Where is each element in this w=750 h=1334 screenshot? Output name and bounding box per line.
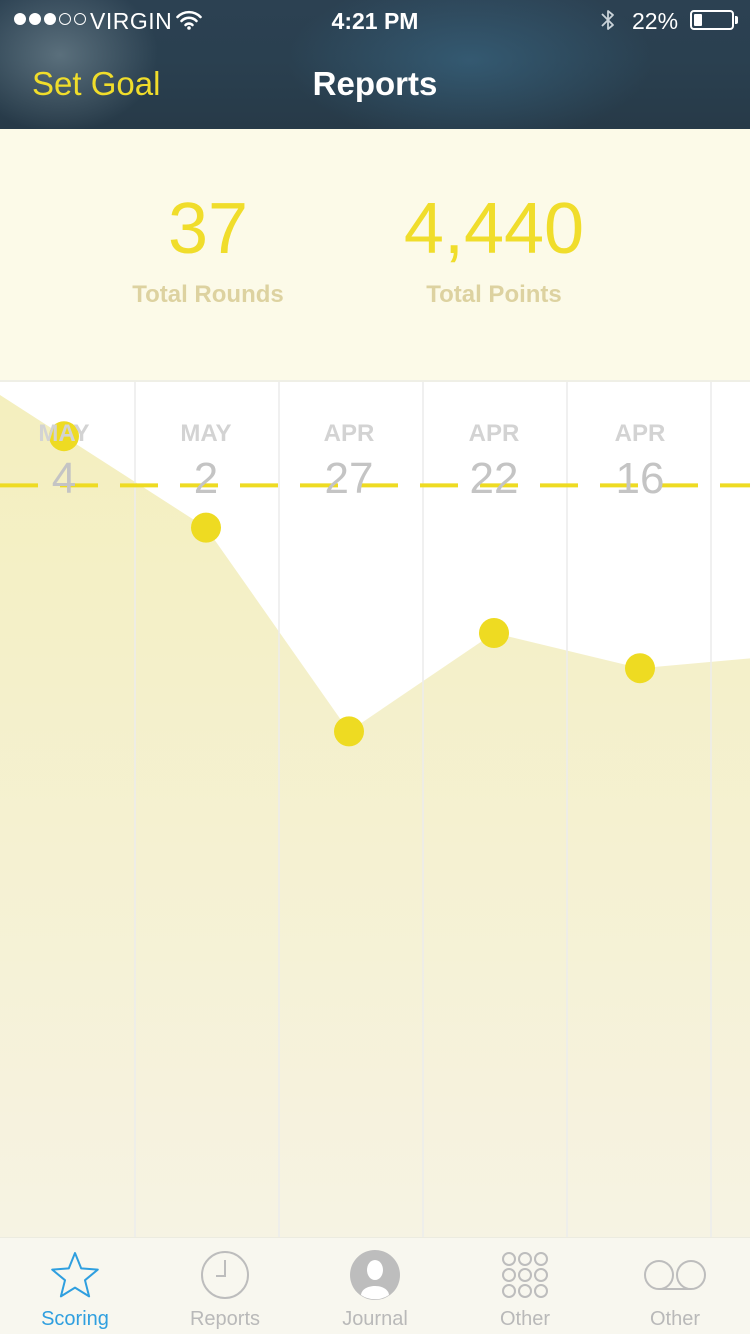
tab-journal[interactable]: Journal <box>300 1238 450 1334</box>
score-area <box>0 395 750 1237</box>
chart-canvas <box>0 382 750 1237</box>
grid-icon <box>500 1250 550 1300</box>
data-point <box>479 618 509 648</box>
date-day: 4 <box>51 454 77 503</box>
person-icon <box>350 1250 400 1300</box>
total-rounds-value: 37 <box>167 189 249 269</box>
date-month: MAY <box>38 420 90 447</box>
date-month: APR <box>323 420 375 447</box>
tab-scoring[interactable]: Scoring <box>0 1238 150 1334</box>
tab-other-grid[interactable]: Other <box>450 1238 600 1334</box>
tab-label: Journal <box>342 1308 408 1330</box>
bluetooth-icon <box>600 8 616 38</box>
date-day: 22 <box>469 454 519 503</box>
battery-tip <box>735 16 738 24</box>
battery-icon <box>690 10 734 30</box>
tab-other-voicemail[interactable]: Other <box>600 1238 750 1334</box>
total-rounds-label: Total Rounds <box>132 281 284 308</box>
data-point <box>625 653 655 684</box>
total-rounds-stat: 37 Total Rounds <box>108 189 308 309</box>
total-points-label: Total Points <box>426 281 562 308</box>
date-month: APR <box>614 420 666 447</box>
clock-icon <box>200 1250 250 1300</box>
tab-label: Other <box>649 1308 701 1330</box>
status-bar: VIRGIN 4:21 PM 22% <box>0 0 750 40</box>
date-month: APR <box>468 420 520 447</box>
tab-reports[interactable]: Reports <box>150 1238 300 1334</box>
date-month: MAY <box>180 420 232 447</box>
tab-label: Reports <box>189 1308 261 1330</box>
total-points-value: 4,440 <box>403 189 585 269</box>
total-points-stat: 4,440 Total Points <box>394 189 594 309</box>
date-column-label[interactable]: APR 16 <box>570 420 710 504</box>
tab-label: Scoring <box>41 1308 109 1330</box>
date-day: 2 <box>193 454 219 503</box>
date-day: 27 <box>324 454 374 503</box>
summary-panel: 37 Total Rounds 4,440 Total Points <box>0 129 750 382</box>
date-column-label[interactable]: APR 22 <box>424 420 564 504</box>
date-column-label[interactable]: MAY 2 <box>136 420 276 504</box>
tab-label: Other <box>499 1308 551 1330</box>
battery-percent: 22% <box>632 8 679 34</box>
data-point <box>191 512 221 543</box>
page-title: Reports <box>312 65 438 102</box>
star-icon <box>50 1250 100 1300</box>
voicemail-icon <box>642 1250 708 1300</box>
reports-screen: VIRGIN 4:21 PM 22% Set Goal Reports 37 T… <box>0 0 750 1334</box>
score-chart[interactable]: MAY 4 MAY 2 APR 27 APR 22 APR 16 <box>0 382 750 1237</box>
data-point <box>334 716 364 747</box>
tab-bar: Scoring Reports Journal Other Other <box>0 1237 750 1334</box>
date-day: 16 <box>615 454 665 503</box>
date-column-label[interactable]: APR 27 <box>279 420 419 504</box>
date-column-label[interactable]: MAY 4 <box>0 420 134 504</box>
header: VIRGIN 4:21 PM 22% Set Goal Reports <box>0 0 750 129</box>
